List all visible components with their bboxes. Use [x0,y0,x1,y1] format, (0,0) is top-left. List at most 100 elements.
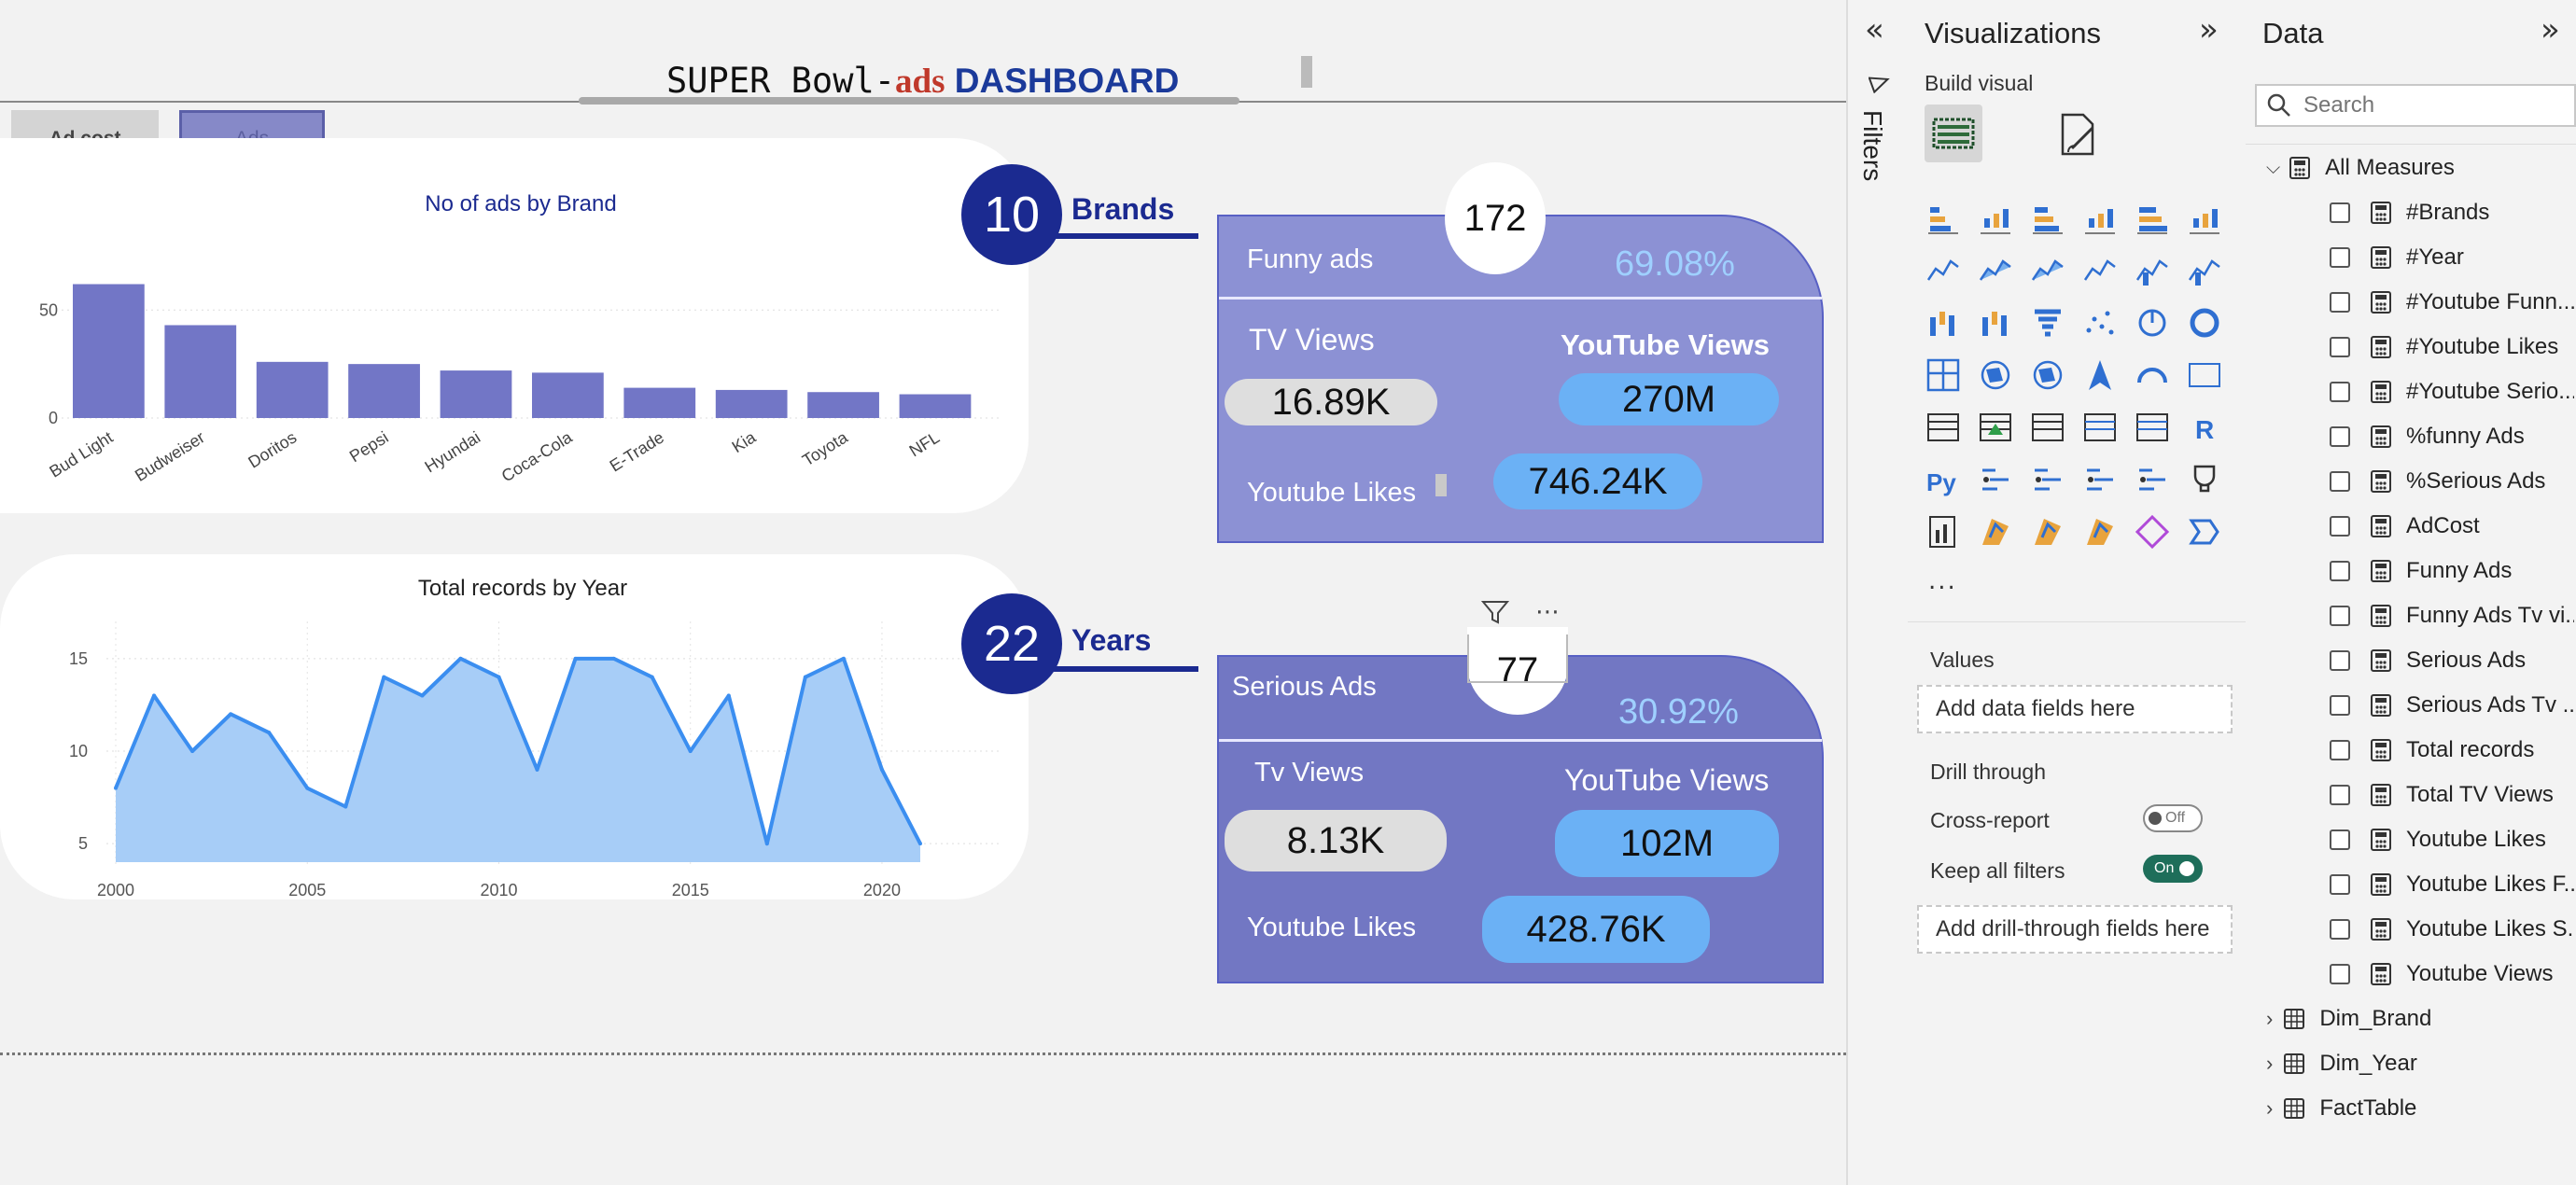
checkbox[interactable] [2330,337,2350,357]
trophy-icon[interactable] [2186,461,2223,498]
filters-pane-collapsed[interactable]: « Filters [1846,0,1911,1185]
measure-item[interactable]: Serious Ads Tv ... [2330,683,2574,728]
100-bar-icon[interactable] [2134,200,2171,237]
python-visual-icon[interactable]: Py [1925,461,1962,498]
clustered-column-icon[interactable] [2081,200,2119,237]
stacked-bar-icon[interactable] [1925,200,1962,237]
checkbox[interactable] [2330,785,2350,805]
measure-item[interactable]: Youtube Views [2330,952,2574,997]
azure-map-icon[interactable] [2081,356,2119,394]
data-point[interactable] [305,786,310,790]
funnel-icon[interactable] [2029,304,2066,342]
data-point[interactable] [879,767,884,772]
visual-types-gallery[interactable]: R Py [1925,200,2242,573]
line-chart-icon[interactable] [1925,252,1962,289]
data-search-box[interactable] [2255,84,2576,127]
checkbox[interactable] [2330,426,2350,447]
stacked-column-icon[interactable] [1977,200,2014,237]
checkbox[interactable] [2330,830,2350,850]
year-chart-card[interactable]: Total records by Year 5 10 15 2000 2005 2010 2… [0,554,1029,899]
expand-right-icon[interactable]: » [2199,11,2219,49]
measure-item[interactable]: Funny Ads Tv vi... [2330,593,2574,638]
measure-item[interactable]: #Youtube Serio... [2330,369,2574,414]
ribbon-icon[interactable] [2081,252,2119,289]
line-column2-icon[interactable] [2186,252,2223,289]
chevron-right-icon[interactable]: › [2266,1096,2273,1121]
stacked-area-icon[interactable] [2029,252,2066,289]
power-apps-icon[interactable] [1977,513,2014,551]
area-chart-icon[interactable] [1977,252,2014,289]
card-icon[interactable] [2186,356,2223,394]
data-expand-icon[interactable]: » [2541,11,2560,49]
custom-visual-icon[interactable] [2081,513,2119,551]
checkbox[interactable] [2330,202,2350,223]
measure-item[interactable]: #Year [2330,235,2574,280]
measure-item[interactable]: #Brands [2330,190,2574,235]
chevron-down-icon[interactable]: ⌵ [2266,158,2280,179]
measure-item[interactable]: Total TV Views [2330,773,2574,817]
bar[interactable] [715,389,788,418]
chevron-right-icon[interactable]: › [2266,1007,2273,1031]
filled-map-icon[interactable] [2029,356,2066,394]
measure-item[interactable]: %funny Ads [2330,414,2574,459]
bar[interactable] [899,394,972,418]
checkbox[interactable] [2330,471,2350,492]
table-node[interactable]: › FactTable [2266,1086,2574,1131]
measure-item[interactable]: Youtube Likes [2330,817,2574,862]
diamond-icon[interactable] [2134,513,2171,551]
chevron-right-icon[interactable]: › [2266,1052,2273,1076]
table-node[interactable]: › Dim_Brand [2266,997,2574,1041]
checkbox[interactable] [2330,919,2350,940]
bar[interactable] [807,392,879,418]
checkbox[interactable] [2330,695,2350,716]
data-point[interactable] [918,842,922,846]
line-column-icon[interactable] [2134,252,2171,289]
filters-label-container[interactable]: Filters [1854,105,1900,207]
table-node[interactable]: › Dim_Year [2266,1041,2574,1086]
bar[interactable] [73,284,145,418]
cross-report-toggle[interactable]: Off [2143,804,2203,832]
arrow-icon[interactable] [2186,513,2223,551]
checkbox[interactable] [2330,874,2350,895]
measure-item[interactable]: #Youtube Funn... [2330,280,2574,325]
data-point[interactable] [803,675,807,679]
checkbox[interactable] [2330,606,2350,626]
data-point[interactable] [841,656,846,661]
bar[interactable] [440,370,512,418]
measure-item[interactable]: Funny Ads [2330,549,2574,593]
data-point[interactable] [382,675,386,679]
map-icon[interactable] [1977,356,2014,394]
checkbox[interactable] [2330,650,2350,671]
data-point[interactable] [229,712,233,717]
checkbox[interactable] [2330,247,2350,268]
data-point[interactable] [611,656,616,661]
format-visual-tab[interactable] [2050,106,2106,162]
table-icon[interactable] [2081,409,2119,446]
clustered-bar-icon[interactable] [2029,200,2066,237]
build-visual-tab[interactable] [1925,105,1982,162]
matrix-icon[interactable] [2134,409,2171,446]
data-point[interactable] [114,786,118,790]
more-visuals-icon[interactable]: ... [1928,567,1957,595]
decomp-tree-icon[interactable] [2029,461,2066,498]
measure-item[interactable]: AdCost [2330,504,2574,549]
data-point[interactable] [573,656,578,661]
data-point[interactable] [343,804,348,809]
data-point[interactable] [458,656,463,661]
measure-item[interactable]: Youtube Likes S... [2330,907,2574,952]
data-point[interactable] [267,731,272,735]
measure-item[interactable]: Youtube Likes F... [2330,862,2574,907]
data-point[interactable] [152,693,157,698]
kpi-icon[interactable] [1977,409,2014,446]
keep-all-filters-toggle[interactable]: On [2143,855,2203,883]
scatter-icon[interactable] [2081,304,2119,342]
measure-item[interactable]: #Youtube Likes [2330,325,2574,369]
gauge-icon[interactable] [2134,356,2171,394]
slicer-icon[interactable] [2029,409,2066,446]
collapse-left-icon[interactable]: « [1865,11,1884,49]
data-point[interactable] [764,842,769,846]
narrative-icon[interactable] [2134,461,2171,498]
measure-item[interactable]: Total records [2330,728,2574,773]
search-input[interactable] [2302,91,2567,119]
checkbox[interactable] [2330,516,2350,537]
